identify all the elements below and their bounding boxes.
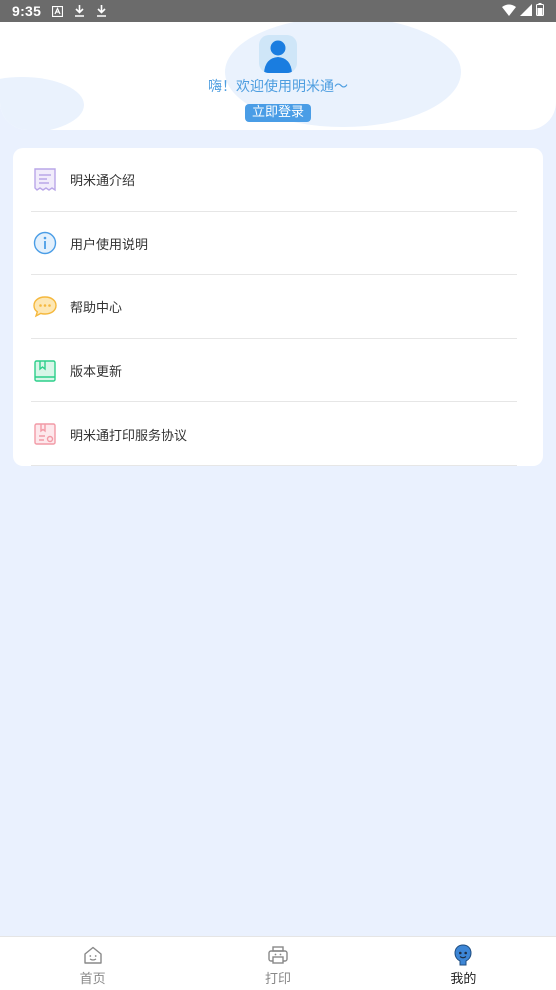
menu-item-service-agreement[interactable]: 明米通打印服务协议 (13, 402, 543, 466)
welcome-text: 嗨！欢迎使用明米通～ (208, 79, 348, 95)
tab-print[interactable]: 打印 (185, 937, 370, 990)
avatar[interactable] (259, 35, 297, 73)
login-button[interactable]: 立即登录 (245, 104, 311, 122)
book-icon (32, 358, 58, 384)
tab-label: 我的 (450, 972, 477, 987)
menu-item-version-update[interactable]: 版本更新 (13, 339, 543, 403)
signal-icon (520, 3, 532, 19)
info-icon (32, 230, 58, 256)
menu-item-label: 明米通介绍 (70, 174, 136, 190)
receipt-icon (32, 167, 58, 193)
chat-bubble-icon (32, 294, 58, 320)
bottom-tab-bar: 首页 打印 我的 (0, 936, 556, 990)
profile-header: 嗨！欢迎使用明米通～ 立即登录 (0, 22, 556, 130)
printer-icon (267, 944, 289, 966)
document-icon (32, 421, 58, 447)
tab-label: 首页 (79, 972, 106, 987)
tab-mine[interactable]: 我的 (371, 937, 556, 990)
menu-item-label: 用户使用说明 (70, 237, 149, 253)
battery-icon (536, 3, 544, 19)
tab-label: 打印 (264, 972, 291, 987)
menu-item-intro[interactable]: 明米通介绍 (13, 148, 543, 212)
menu-item-help-center[interactable]: 帮助中心 (13, 275, 543, 339)
menu-item-label: 帮助中心 (70, 301, 123, 317)
tab-home[interactable]: 首页 (0, 937, 185, 990)
download-icon (73, 5, 85, 17)
user-icon (264, 40, 292, 73)
profile-icon (452, 944, 474, 966)
menu-item-user-guide[interactable]: 用户使用说明 (13, 212, 543, 276)
menu-item-label: 版本更新 (70, 365, 123, 381)
menu-card: 明米通介绍 用户使用说明 帮助中心 版本更新 明米通打印服务协议 (13, 148, 543, 466)
wifi-icon (502, 3, 516, 19)
home-icon (82, 944, 104, 966)
download-icon (95, 5, 107, 17)
menu-item-label: 明米通打印服务协议 (70, 428, 188, 444)
status-time: 9:35 (12, 3, 42, 19)
a-icon (51, 5, 63, 17)
status-bar: 9:35 (0, 0, 556, 22)
